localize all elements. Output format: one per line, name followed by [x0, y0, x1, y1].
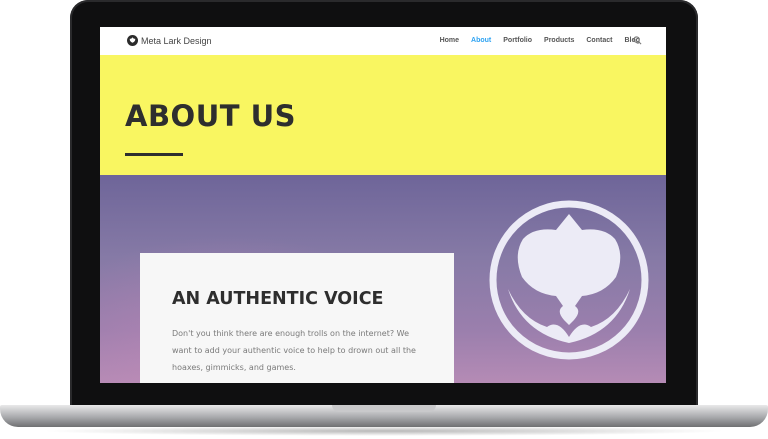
site-logo[interactable]: Meta Lark Design	[127, 35, 212, 46]
main-menu: Home About Portfolio Products Contact Bl…	[440, 37, 640, 44]
card-paragraph: Don't you think there are enough trolls …	[172, 329, 416, 372]
title-underline	[125, 153, 183, 156]
nav-about[interactable]: About	[471, 37, 491, 44]
nav-portfolio[interactable]: Portfolio	[503, 37, 532, 44]
site-logo-text: Meta Lark Design	[141, 35, 212, 46]
hero-banner: ABOUT US	[100, 55, 666, 175]
content-card: AN AUTHENTIC VOICE Don't you think there…	[140, 253, 454, 383]
laptop-screen: Meta Lark Design Home About Portfolio Pr…	[100, 27, 666, 383]
site-header: Meta Lark Design Home About Portfolio Pr…	[100, 27, 666, 55]
lark-emblem-icon	[489, 200, 649, 360]
nav-home[interactable]: Home	[440, 37, 459, 44]
lark-logo-icon	[127, 35, 138, 46]
laptop-shadow	[40, 426, 728, 436]
nav-products[interactable]: Products	[544, 37, 574, 44]
about-section: AN AUTHENTIC VOICE Don't you think there…	[100, 175, 666, 383]
nav-contact[interactable]: Contact	[586, 37, 612, 44]
laptop-notch	[332, 405, 436, 412]
card-heading: AN AUTHENTIC VOICE	[172, 289, 384, 309]
search-icon[interactable]	[633, 36, 642, 45]
page-title: ABOUT US	[125, 99, 297, 133]
